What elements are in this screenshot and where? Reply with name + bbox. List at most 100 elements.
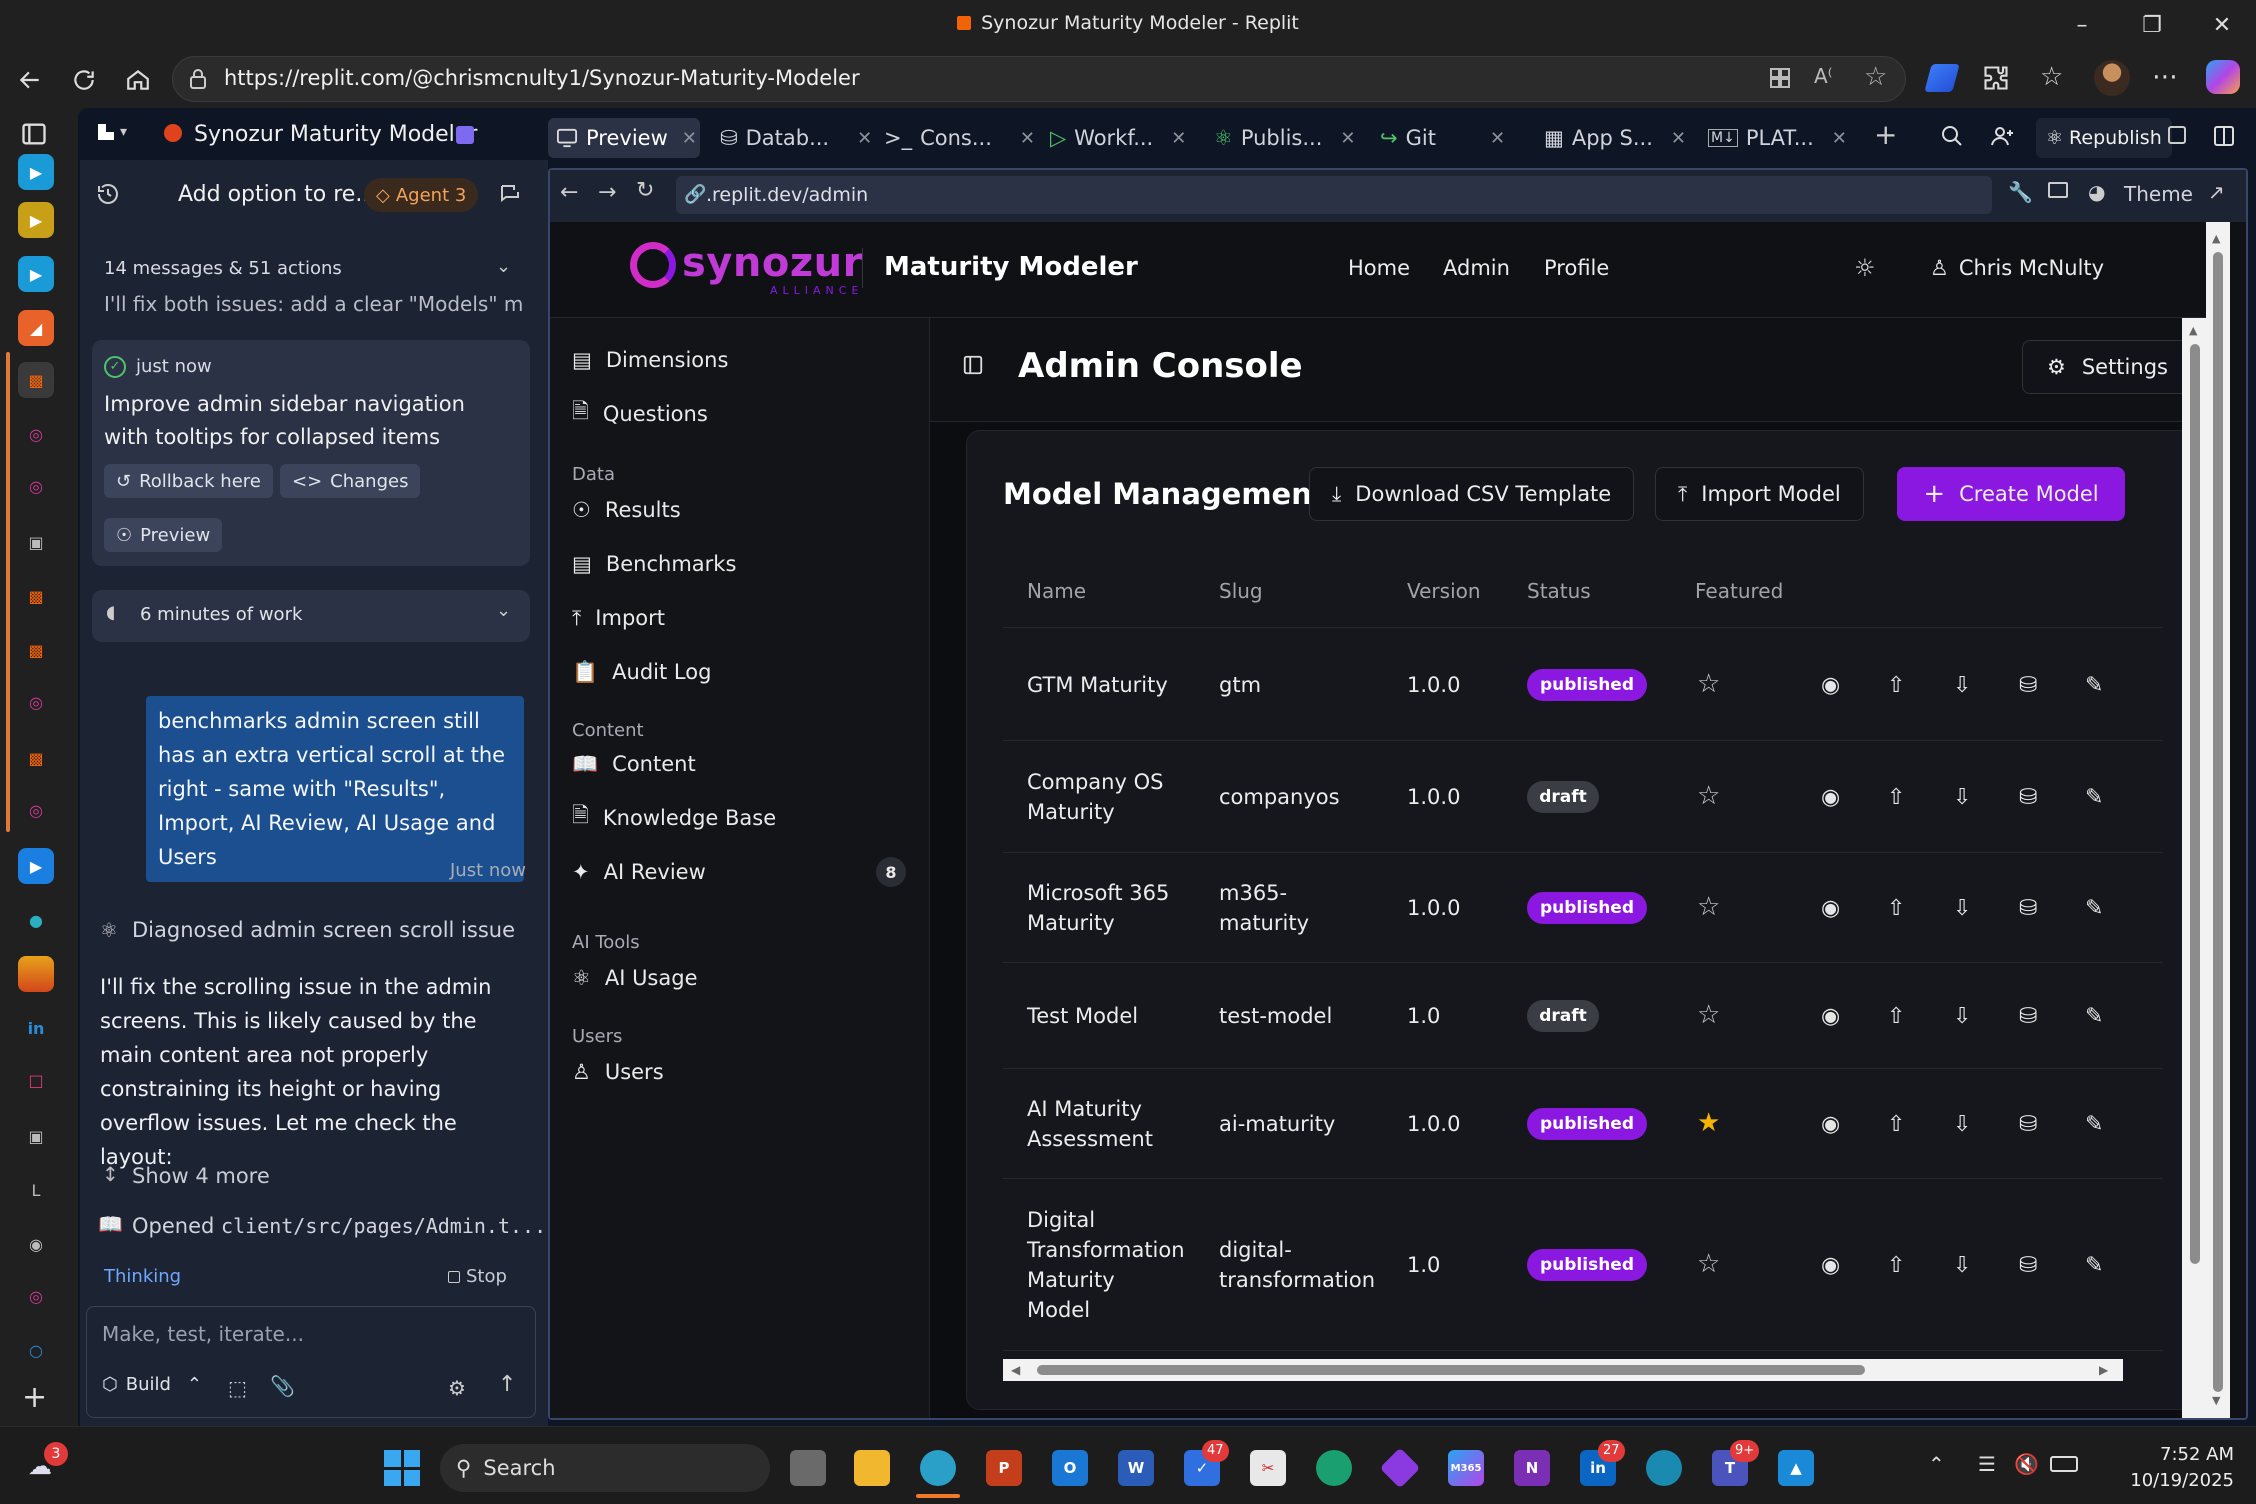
build-mode-button[interactable]: ⬡ Build ⌃ (102, 1374, 202, 1395)
file-import-icon[interactable]: ⇩ (1953, 1250, 2019, 1280)
close-tab-icon[interactable]: ✕ (857, 128, 872, 149)
side-tab-replit-icon[interactable]: ▩ (18, 362, 54, 398)
eye-icon[interactable]: ◉ (1821, 670, 1887, 700)
devices-icon[interactable] (2048, 182, 2068, 198)
search-icon[interactable] (1940, 124, 1964, 148)
tab-workflows[interactable]: ▷ Workf... ✕ (1050, 118, 1186, 158)
battery-icon[interactable] (2050, 1456, 2078, 1472)
inner-vertical-scrollbar[interactable]: ▲ (2182, 318, 2208, 1418)
sidebar-item-knowledge-base[interactable]: 🗎 Knowledge Base (572, 798, 776, 838)
side-tab-synozur-icon[interactable]: ◎ (18, 792, 54, 828)
brand-name[interactable]: synozur (682, 240, 863, 286)
sidebar-toggle-icon[interactable] (962, 354, 984, 376)
col-slug[interactable]: Slug (1219, 579, 1263, 603)
nav-profile[interactable]: Profile (1544, 256, 1609, 280)
close-tab-icon[interactable]: ✕ (1490, 128, 1505, 149)
file-export-icon[interactable]: ⇧ (1887, 1001, 1953, 1031)
side-tab-icon[interactable] (18, 956, 54, 992)
side-tab-icon[interactable]: L (18, 1172, 54, 1208)
file-export-icon[interactable]: ⇧ (1887, 670, 1953, 700)
sidebar-item-ai-usage[interactable]: ⚛ AI Usage (572, 958, 698, 998)
sidebar-item-users[interactable]: ♙ Users (572, 1052, 664, 1092)
featured-star-icon[interactable]: ☆ (1697, 1000, 1720, 1030)
database-icon[interactable]: ⛁ (2019, 893, 2085, 923)
sidebar-item-dimensions[interactable]: ▤ Dimensions (572, 340, 728, 380)
tab-git[interactable]: ↪ Git ✕ (1380, 118, 1505, 158)
file-import-icon[interactable]: ⇩ (1953, 1109, 2019, 1139)
eye-icon[interactable]: ◉ (1821, 1250, 1887, 1280)
tab-platform-doc[interactable]: M↓ PLAT... ✕ (1708, 118, 1847, 158)
tab-publishing[interactable]: ⚛ Publis... ✕ (1214, 118, 1356, 158)
file-export-icon[interactable]: ⇧ (1887, 1109, 1953, 1139)
side-tab-icon[interactable]: ▣ (18, 1118, 54, 1154)
featured-star-icon[interactable]: ☆ (1697, 669, 1720, 699)
close-tab-icon[interactable]: ✕ (682, 128, 697, 149)
project-name[interactable]: Synozur Maturity Modeler (194, 122, 477, 147)
edge-icon[interactable] (920, 1450, 956, 1486)
agent-summary-preview[interactable]: I'll fix both issues: add a clear "Model… (104, 292, 524, 316)
tab-app-storage[interactable]: ▦ App S... ✕ (1544, 118, 1686, 158)
tab-actions-icon[interactable] (20, 120, 48, 148)
side-tab-linkedin-icon[interactable]: in (18, 1010, 54, 1046)
invite-user-icon[interactable] (1990, 124, 2016, 148)
outlook-icon[interactable]: O (1052, 1450, 1088, 1486)
url-text[interactable]: https://replit.com/@chrismcnulty1/Synozu… (224, 66, 860, 90)
sidebar-item-results[interactable]: ☉ Results (572, 490, 681, 530)
eye-icon[interactable]: ◉ (1821, 1109, 1887, 1139)
close-tab-icon[interactable]: ✕ (1340, 128, 1355, 149)
powerpoint-icon[interactable]: P (986, 1450, 1022, 1486)
tab-console[interactable]: >_ Cons... ✕ (884, 118, 1035, 158)
close-tab-icon[interactable]: ✕ (1020, 128, 1035, 149)
start-button[interactable] (384, 1450, 420, 1486)
home-icon[interactable] (120, 62, 156, 98)
edit-icon[interactable]: ✎ (2085, 1109, 2151, 1139)
split-view-icon[interactable] (2212, 124, 2236, 148)
agent-version-badge[interactable]: ◇ Agent 3 (364, 178, 479, 212)
m365-icon[interactable]: M365 (1448, 1450, 1484, 1486)
clock-time[interactable]: 7:52 AM (2098, 1444, 2234, 1465)
edit-icon[interactable]: ✎ (2085, 1250, 2151, 1280)
sidebar-item-ai-review[interactable]: ✦ AI Review 8 (572, 852, 906, 892)
nav-home[interactable]: Home (1348, 256, 1410, 280)
agent-thread-title[interactable]: Add option to re... (178, 182, 376, 207)
side-tab-icon[interactable]: ▶ (18, 154, 54, 190)
preview-forward-icon[interactable]: → (598, 180, 616, 205)
sidebar-item-questions[interactable]: 🗎 Questions (572, 394, 708, 434)
lock-icon[interactable] (188, 68, 208, 90)
settings-sliders-icon[interactable]: ⚙ (448, 1376, 466, 1400)
edit-icon[interactable]: ✎ (2085, 670, 2151, 700)
database-icon[interactable]: ⛁ (2019, 1109, 2085, 1139)
featured-star-icon[interactable]: ☆ (1697, 781, 1720, 811)
close-tab-icon[interactable]: ✕ (1832, 128, 1847, 149)
edit-icon[interactable]: ✎ (2085, 893, 2151, 923)
side-tab-icon[interactable]: ◉ (18, 1226, 54, 1262)
side-tab-replit-icon[interactable]: ▩ (18, 632, 54, 668)
file-import-icon[interactable]: ⇩ (1953, 893, 2019, 923)
download-csv-button[interactable]: ⤓ Download CSV Template (1309, 467, 1635, 521)
devtools-wrench-icon[interactable]: 🔧 (2008, 180, 2033, 204)
scrollbar-thumb[interactable] (2190, 344, 2200, 1264)
app-available-icon[interactable] (1768, 66, 1792, 90)
featured-star-icon[interactable]: ☆ (1697, 1249, 1720, 1279)
featured-star-filled-icon[interactable]: ★ (1697, 1108, 1720, 1138)
refresh-icon[interactable] (66, 62, 102, 98)
scroll-up-icon[interactable]: ▲ (2189, 324, 2197, 337)
rollback-button[interactable]: ↺ Rollback here (104, 464, 273, 498)
database-icon[interactable]: ⛁ (2019, 670, 2085, 700)
preview-refresh-icon[interactable]: ↻ (636, 178, 654, 203)
col-featured[interactable]: Featured (1695, 579, 1783, 603)
edit-icon[interactable]: ✎ (2085, 1001, 2151, 1031)
new-tab-icon[interactable]: + (22, 1380, 47, 1415)
sidebar-item-benchmarks[interactable]: ▤ Benchmarks (572, 544, 736, 584)
read-aloud-icon[interactable]: A⁽ (1814, 64, 1833, 88)
preview-url-bar[interactable] (676, 176, 1992, 214)
theme-toggle-sun-icon[interactable]: ☼ (1854, 254, 1876, 282)
settings-button[interactable]: ⚙ Settings (2022, 340, 2193, 394)
wifi-icon[interactable]: ☰ (1978, 1452, 1996, 1476)
minimize-icon[interactable]: – (2062, 8, 2102, 42)
horizontal-scrollbar[interactable]: ◀ ▶ (1003, 1359, 2123, 1381)
col-name[interactable]: Name (1027, 579, 1086, 603)
clock-date[interactable]: 10/19/2025 (2098, 1470, 2234, 1491)
onenote-icon[interactable]: N (1514, 1450, 1550, 1486)
eye-icon[interactable]: ◉ (1821, 893, 1887, 923)
